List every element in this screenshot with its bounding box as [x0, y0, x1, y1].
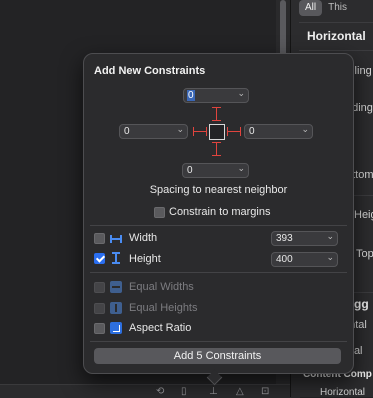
width-value[interactable]: 393 [276, 233, 293, 244]
equal-widths-checkbox[interactable] [94, 282, 105, 293]
right-spacing-field[interactable]: 0 ⌄ [244, 124, 313, 139]
width-value-field[interactable]: 393 ⌄ [271, 231, 338, 246]
segment-this[interactable]: This [322, 0, 353, 16]
equal-heights-checkbox[interactable] [94, 303, 105, 314]
divider [299, 50, 373, 51]
left-spacing-value[interactable]: 0 [124, 126, 130, 137]
canvas-bottom-bar: ⟲ ▯ ⊥ △ ⊡ [0, 384, 300, 398]
width-checkbox[interactable] [94, 233, 105, 244]
aspect-ratio-icon [110, 322, 122, 334]
chevron-down-icon[interactable]: ⌄ [326, 253, 334, 263]
bottom-spacing-field[interactable]: 0 ⌄ [182, 163, 249, 178]
height-value[interactable]: 400 [276, 254, 293, 265]
chevron-down-icon[interactable]: ⌄ [237, 164, 245, 174]
equal-widths-label[interactable]: Equal Widths [129, 281, 194, 293]
chevron-down-icon[interactable]: ⌄ [326, 232, 334, 242]
update-frames-icon[interactable]: ⟲ [156, 386, 164, 397]
inspector-row-compression-horizontal[interactable]: Horizontal [320, 387, 365, 397]
segment-all[interactable]: All [299, 0, 323, 16]
resolve-issues-icon[interactable]: △ [236, 386, 244, 397]
divider [90, 225, 347, 226]
popover-title: Add New Constraints [94, 65, 206, 77]
aspect-ratio-checkbox[interactable] [94, 323, 105, 334]
top-spacing-field[interactable]: 0 ⌄ [183, 88, 249, 103]
equal-heights-icon [110, 302, 122, 314]
aspect-ratio-label[interactable]: Aspect Ratio [129, 322, 191, 334]
bottom-strut-cap [212, 155, 221, 156]
equal-heights-label[interactable]: Equal Heights [129, 302, 198, 314]
chevron-down-icon[interactable]: ⌄ [301, 125, 309, 135]
add-constraints-popover: Add New Constraints 0 ⌄ 0 ⌄ 0 ⌄ 0 ⌄ Spac… [83, 53, 354, 386]
bottom-spacing-value[interactable]: 0 [187, 165, 193, 176]
equal-widths-icon [110, 281, 122, 293]
constrain-to-margins-checkbox[interactable] [154, 207, 165, 218]
spacing-label: Spacing to nearest neighbor [149, 184, 288, 196]
width-icon [110, 235, 122, 243]
height-value-field[interactable]: 400 ⌄ [271, 252, 338, 267]
chevron-down-icon[interactable]: ⌄ [237, 89, 245, 99]
bottom-strut[interactable] [216, 142, 217, 155]
inspector-row-height[interactable]: Heig [354, 209, 373, 221]
section-title-horizontal: Horizontal [307, 29, 366, 43]
right-strut-cap [240, 127, 241, 136]
height-icon [112, 252, 120, 264]
chevron-down-icon[interactable]: ⌄ [176, 125, 184, 135]
top-strut-cap [212, 120, 221, 121]
align-icon[interactable]: ▯ [181, 386, 187, 397]
height-label[interactable]: Height [129, 253, 161, 265]
divider [299, 22, 373, 23]
left-strut[interactable] [193, 131, 206, 132]
right-spacing-value[interactable]: 0 [249, 126, 255, 137]
width-label[interactable]: Width [129, 232, 157, 244]
add-constraints-button[interactable]: Add 5 Constraints [94, 348, 341, 364]
divider [90, 272, 347, 273]
view-placeholder-box [209, 124, 225, 140]
right-strut[interactable] [227, 131, 240, 132]
top-spacing-value[interactable]: 0 [187, 90, 195, 101]
height-checkbox[interactable] [94, 253, 105, 264]
filter-segmented-control[interactable]: All This [299, 0, 353, 16]
divider [90, 341, 347, 342]
embed-in-icon[interactable]: ⊡ [261, 386, 269, 397]
top-strut[interactable] [216, 107, 217, 120]
inspector-row-top[interactable]: Top [356, 248, 373, 260]
constrain-to-margins-label[interactable]: Constrain to margins [169, 206, 271, 218]
left-spacing-field[interactable]: 0 ⌄ [119, 124, 188, 139]
left-strut-cap [206, 127, 207, 136]
add-constraints-icon[interactable]: ⊥ [209, 386, 218, 397]
